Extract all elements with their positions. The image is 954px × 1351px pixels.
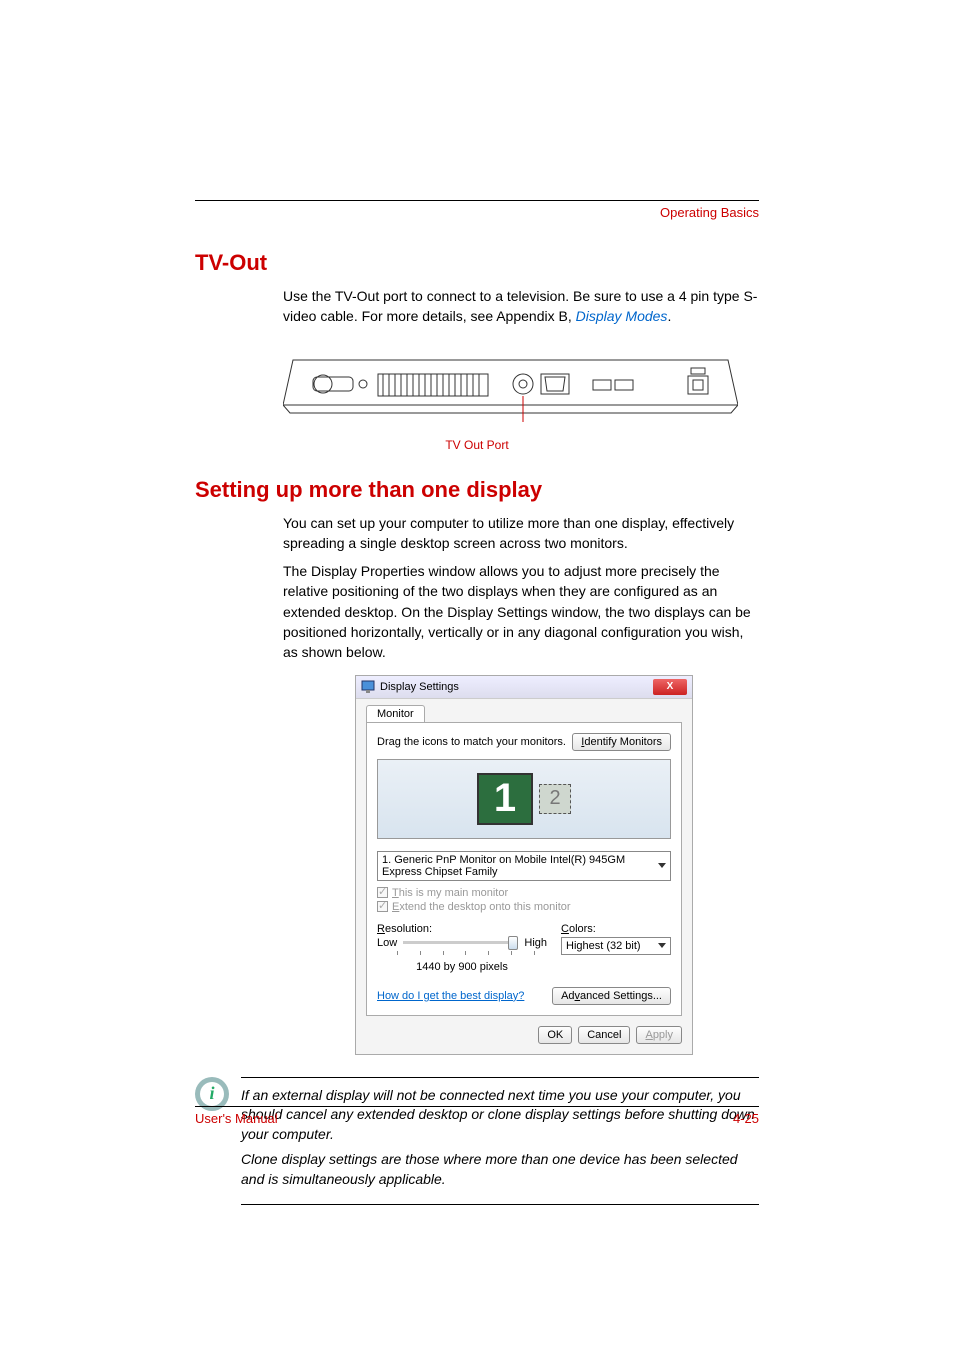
help-link[interactable]: How do I get the best display?	[377, 990, 524, 1002]
figure-caption: TV Out Port	[195, 438, 759, 452]
app-icon	[361, 680, 375, 694]
footer-manual: User's Manual	[195, 1111, 278, 1126]
cancel-button[interactable]: Cancel	[578, 1026, 630, 1044]
heading-tvout: TV-Out	[195, 250, 759, 276]
monitor-arrange-area[interactable]: 1 2	[377, 759, 671, 839]
slider-low-label: Low	[377, 937, 397, 949]
monitor-1-icon[interactable]: 1	[477, 773, 533, 825]
figure-laptop-back	[283, 350, 738, 425]
link-display-modes[interactable]: Display Modes	[576, 308, 668, 324]
tab-monitor[interactable]: Monitor	[366, 705, 425, 722]
chevron-down-icon	[658, 863, 666, 868]
note-block: If an external display will not be conne…	[241, 1077, 759, 1205]
monitor-select-value: 1. Generic PnP Monitor on Mobile Intel(R…	[382, 854, 658, 878]
monitor-select[interactable]: 1. Generic PnP Monitor on Mobile Intel(R…	[377, 851, 671, 881]
footer-page: 4-25	[733, 1111, 759, 1126]
resolution-slider[interactable]	[403, 941, 518, 944]
slider-high-label: High	[524, 937, 547, 949]
apply-button: Apply	[636, 1026, 682, 1044]
advanced-settings-button[interactable]: Advanced Settings...Advanced Settings...	[552, 987, 671, 1005]
display-settings-dialog: Display Settings X Monitor Drag the icon…	[355, 675, 693, 1055]
header-section: Operating Basics	[195, 205, 759, 220]
ok-button[interactable]: OK	[538, 1026, 572, 1044]
chevron-down-icon	[658, 943, 666, 948]
tvout-text-a: Use the TV-Out port to connect to a tele…	[283, 288, 757, 324]
heading-setup: Setting up more than one display	[195, 477, 759, 503]
drag-instruction: Drag the icons to match your monitors.	[377, 736, 566, 748]
resolution-label: Resolution:	[377, 923, 547, 935]
checkbox-extend-desktop: Extend the desktop onto this monitor	[377, 901, 671, 913]
setup-p2: The Display Properties window allows you…	[283, 561, 759, 662]
setup-p1: You can set up your computer to utilize …	[283, 513, 759, 554]
close-button[interactable]: X	[653, 679, 687, 695]
dialog-title: Display Settings	[380, 681, 459, 693]
colors-select[interactable]: Highest (32 bit)	[561, 937, 671, 955]
tvout-text-b: .	[667, 308, 671, 324]
identify-monitors-button[interactable]: IIdentify Monitorsdentify Monitors	[572, 733, 671, 751]
monitor-2-icon[interactable]: 2	[539, 784, 571, 814]
checkbox-main-monitor: This is my main monitor	[377, 887, 671, 899]
colors-value: Highest (32 bit)	[566, 940, 641, 952]
note-p2: Clone display settings are those where m…	[241, 1150, 759, 1189]
resolution-value: 1440 by 900 pixels	[377, 961, 547, 973]
colors-label: Colors:	[561, 923, 671, 935]
tvout-paragraph: Use the TV-Out port to connect to a tele…	[283, 286, 759, 327]
